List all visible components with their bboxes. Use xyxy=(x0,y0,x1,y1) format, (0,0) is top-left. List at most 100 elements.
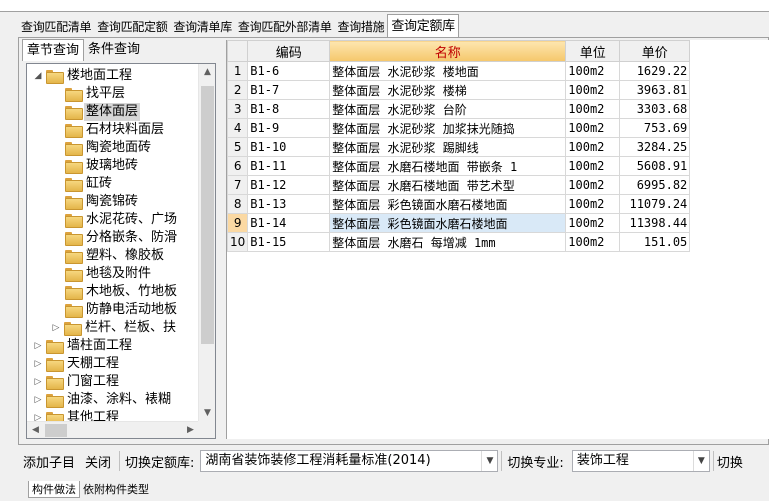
column-header-name[interactable]: 名称 xyxy=(329,40,567,62)
tree-node[interactable]: 玻璃地砖 xyxy=(65,157,140,175)
code-cell[interactable]: B1-6 xyxy=(247,61,331,81)
tab-query-3[interactable]: 查询匹配外部清单 xyxy=(235,16,335,38)
code-cell[interactable]: B1-12 xyxy=(247,175,331,195)
tab-query-2[interactable]: 查询清单库 xyxy=(170,16,235,38)
unit-cell[interactable]: 100m2 xyxy=(565,118,621,138)
scroll-thumb[interactable] xyxy=(201,86,214,344)
expand-arrow-icon[interactable]: ▷ xyxy=(33,355,43,373)
code-cell[interactable]: B1-11 xyxy=(247,156,331,176)
name-cell[interactable]: 整体面层 水泥砂浆 楼梯 xyxy=(329,80,567,100)
table-row[interactable]: 1 B1-6 整体面层 水泥砂浆 楼地面 100m2 1629.22 xyxy=(226,61,691,81)
tree-node[interactable]: ▷ 油漆、涂料、裱糊 xyxy=(33,391,173,409)
quota-library-select[interactable]: 湖南省装饰装修工程消耗量标准(2014) ▼ xyxy=(200,450,499,472)
price-cell[interactable]: 11079.24 xyxy=(619,194,691,214)
tree-node[interactable]: 塑料、橡胶板 xyxy=(65,247,166,265)
tab-condition-query[interactable]: 条件查询 xyxy=(84,39,144,61)
tree-node[interactable]: ▷ 墙柱面工程 xyxy=(33,337,134,355)
scroll-thumb[interactable] xyxy=(45,424,67,437)
unit-cell[interactable]: 100m2 xyxy=(565,175,621,195)
unit-cell[interactable]: 100m2 xyxy=(565,232,621,252)
tree-node[interactable]: 缸砖 xyxy=(65,175,114,193)
unit-cell[interactable]: 100m2 xyxy=(565,61,621,81)
row-number[interactable]: 3 xyxy=(226,99,249,119)
scroll-down-arrow-icon[interactable]: ▼ xyxy=(199,405,215,422)
price-cell[interactable]: 3963.81 xyxy=(619,80,691,100)
row-number[interactable]: 10 xyxy=(226,232,249,252)
name-cell[interactable]: 整体面层 水磨石 每增减 1mm xyxy=(329,232,567,252)
table-row[interactable]: 4 B1-9 整体面层 水泥砂浆 加浆抹光随捣 100m2 753.69 xyxy=(226,118,691,138)
unit-cell[interactable]: 100m2 xyxy=(565,80,621,100)
row-number[interactable]: 1 xyxy=(226,61,249,81)
tree-node[interactable]: 防静电活动地板 xyxy=(65,301,179,319)
tree-node[interactable]: ◢ 楼地面工程 xyxy=(33,67,134,85)
table-row[interactable]: 7 B1-12 整体面层 水磨石楼地面 带艺术型 100m2 6995.82 xyxy=(226,175,691,195)
scroll-up-arrow-icon[interactable]: ▲ xyxy=(199,64,215,81)
price-cell[interactable]: 5608.91 xyxy=(619,156,691,176)
name-cell[interactable]: 整体面层 彩色镜面水磨石楼地面 xyxy=(329,213,567,233)
row-number[interactable]: 6 xyxy=(226,156,249,176)
collapse-arrow-icon[interactable]: ◢ xyxy=(33,67,43,85)
tab-query-1[interactable]: 查询匹配定额 xyxy=(94,16,170,38)
price-cell[interactable]: 3284.25 xyxy=(619,137,691,157)
name-cell[interactable]: 整体面层 水磨石楼地面 带嵌条 1 xyxy=(329,156,567,176)
code-cell[interactable]: B1-13 xyxy=(247,194,331,214)
tree-vertical-scrollbar[interactable]: ▲ ▼ xyxy=(198,64,215,422)
tree-node[interactable]: 陶瓷锦砖 xyxy=(65,193,140,211)
name-cell[interactable]: 整体面层 水泥砂浆 踢脚线 xyxy=(329,137,567,157)
table-row[interactable]: 6 B1-11 整体面层 水磨石楼地面 带嵌条 1 100m2 5608.91 xyxy=(226,156,691,176)
tree-node[interactable]: 找平层 xyxy=(65,85,127,103)
price-cell[interactable]: 1629.22 xyxy=(619,61,691,81)
expand-arrow-icon[interactable]: ▷ xyxy=(33,337,43,355)
tree-node[interactable]: 陶瓷地面砖 xyxy=(65,139,153,157)
tab-query-0[interactable]: 查询匹配清单 xyxy=(18,16,94,38)
table-row[interactable]: 8 B1-13 整体面层 彩色镜面水磨石楼地面 100m2 11079.24 xyxy=(226,194,691,214)
price-cell[interactable]: 151.05 xyxy=(619,232,691,252)
unit-cell[interactable]: 100m2 xyxy=(565,213,621,233)
tree-node[interactable]: ▷ 天棚工程 xyxy=(33,355,121,373)
code-cell[interactable]: B1-15 xyxy=(247,232,331,252)
code-cell[interactable]: B1-9 xyxy=(247,118,331,138)
row-number[interactable]: 8 xyxy=(226,194,249,214)
unit-cell[interactable]: 100m2 xyxy=(565,194,621,214)
name-cell[interactable]: 整体面层 彩色镜面水磨石楼地面 xyxy=(329,194,567,214)
column-header-code[interactable]: 编码 xyxy=(247,40,331,62)
expand-arrow-icon[interactable]: ▷ xyxy=(33,391,43,409)
tab-chapter-query[interactable]: 章节查询 xyxy=(22,39,85,61)
table-row[interactable]: 9 B1-14 整体面层 彩色镜面水磨石楼地面 100m2 11398.44 xyxy=(226,213,691,233)
price-cell[interactable]: 3303.68 xyxy=(619,99,691,119)
code-cell[interactable]: B1-8 xyxy=(247,99,331,119)
code-cell[interactable]: B1-7 xyxy=(247,80,331,100)
tree-node[interactable]: 地毯及附件 xyxy=(65,265,153,283)
tree-node[interactable]: 水泥花砖、广场 xyxy=(65,211,179,229)
close-button[interactable]: 关闭 xyxy=(80,452,116,471)
row-number[interactable]: 9 xyxy=(226,213,249,233)
expand-arrow-icon[interactable]: ▷ xyxy=(33,373,43,391)
price-cell[interactable]: 753.69 xyxy=(619,118,691,138)
add-child-button[interactable]: 添加子目 xyxy=(18,452,80,471)
tab-query-5[interactable]: 查询定额库 xyxy=(387,14,459,38)
table-row[interactable]: 10 B1-15 整体面层 水磨石 每增减 1mm 100m2 151.05 xyxy=(226,232,691,252)
major-select[interactable]: 装饰工程 ▼ xyxy=(571,450,710,472)
tree-horizontal-scrollbar[interactable]: ◀ ▶ xyxy=(27,421,199,438)
unit-cell[interactable]: 100m2 xyxy=(565,137,621,157)
name-cell[interactable]: 整体面层 水泥砂浆 加浆抹光随捣 xyxy=(329,118,567,138)
tree-node[interactable]: 木地板、竹地板 xyxy=(65,283,179,301)
tree-node[interactable]: 整体面层 xyxy=(65,103,141,121)
table-row[interactable]: 5 B1-10 整体面层 水泥砂浆 踢脚线 100m2 3284.25 xyxy=(226,137,691,157)
row-number[interactable]: 5 xyxy=(226,137,249,157)
row-number[interactable]: 2 xyxy=(226,80,249,100)
table-row[interactable]: 2 B1-7 整体面层 水泥砂浆 楼梯 100m2 3963.81 xyxy=(226,80,691,100)
table-row[interactable]: 3 B1-8 整体面层 水泥砂浆 台阶 100m2 3303.68 xyxy=(226,99,691,119)
column-header-unit[interactable]: 单位 xyxy=(565,40,621,62)
tree-node[interactable]: ▷ 栏杆、栏板、扶 xyxy=(51,319,178,337)
expand-arrow-icon[interactable]: ▷ xyxy=(51,319,61,337)
tree-node[interactable]: 石材块料面层 xyxy=(65,121,166,139)
price-cell[interactable]: 6995.82 xyxy=(619,175,691,195)
column-header-price[interactable]: 单价 xyxy=(619,40,691,62)
name-cell[interactable]: 整体面层 水磨石楼地面 带艺术型 xyxy=(329,175,567,195)
scroll-left-arrow-icon[interactable]: ◀ xyxy=(27,422,44,438)
name-cell[interactable]: 整体面层 水泥砂浆 台阶 xyxy=(329,99,567,119)
row-number[interactable]: 7 xyxy=(226,175,249,195)
name-cell[interactable]: 整体面层 水泥砂浆 楼地面 xyxy=(329,61,567,81)
chevron-down-icon[interactable]: ▼ xyxy=(481,451,497,471)
